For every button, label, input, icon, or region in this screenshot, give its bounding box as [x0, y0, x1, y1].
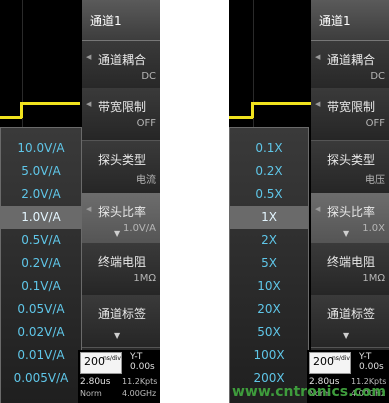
timebase-display[interactable]: 200 ns/div	[80, 352, 122, 374]
menu-header: 通道1	[311, 0, 389, 41]
menu-item-label: 探头类型	[98, 153, 147, 167]
timebase-value: 200	[313, 355, 334, 368]
mode-label: Y-T	[359, 352, 372, 362]
menu-item-coupling[interactable]: ◀ 通道耦合 DC	[311, 41, 389, 94]
oscilloscope-screen-left: 通道1 ◀ 通道耦合 DC ◀ 带宽限制 OFF 探头类型 电流 ◀ 探头比率 …	[0, 0, 160, 403]
menu-item-label: 带宽限制	[327, 100, 376, 114]
menu-title: 通道1	[90, 14, 122, 28]
chevron-down-icon: ▼	[343, 331, 350, 340]
probe-ratio-dropdown[interactable]: 0.1X 0.2X 0.5X 1X 2X 5X 10X 20X 50X 100X…	[229, 127, 309, 403]
dropdown-option-selected[interactable]: 1X	[230, 206, 308, 229]
menu-item-label: 终端电阻	[327, 255, 376, 269]
timebase-unit: ns/div	[332, 355, 350, 362]
menu-item-label: 通道标签	[327, 307, 376, 321]
dropdown-option[interactable]: 5.0V/A	[1, 160, 81, 183]
left-arrow-icon: ◀	[315, 53, 321, 61]
menu-item-value: 1MΩ	[133, 273, 156, 284]
dropdown-option[interactable]: 0.01V/A	[1, 344, 81, 367]
menu-item-label: 探头比率	[327, 205, 376, 219]
menu-item-value: OFF	[136, 118, 156, 129]
menu-item-value: OFF	[365, 118, 385, 129]
menu-item-value: 1MΩ	[362, 273, 385, 284]
dropdown-option[interactable]: 0.05V/A	[1, 298, 81, 321]
waveform-trace	[251, 102, 311, 105]
probe-ratio-dropdown[interactable]: 10.0V/A 5.0V/A 2.0V/A 1.0V/A 0.5V/A 0.2V…	[0, 127, 82, 403]
delay-right: 0.00s	[359, 362, 384, 372]
left-arrow-icon: ◀	[315, 100, 321, 108]
dropdown-option[interactable]: 10X	[230, 275, 308, 298]
left-arrow-icon: ◀	[315, 205, 321, 213]
left-arrow-icon: ◀	[86, 53, 92, 61]
watermark-text: www.cntronics.com	[232, 384, 386, 400]
left-arrow-icon: ◀	[86, 100, 92, 108]
mode-label: Y-T	[130, 352, 143, 362]
menu-item-bandwidth-limit[interactable]: ◀ 带宽限制 OFF	[311, 88, 389, 141]
menu-item-probe-type[interactable]: 探头类型 电流	[82, 141, 160, 194]
menu-item-coupling[interactable]: ◀ 通道耦合 DC	[82, 41, 160, 94]
waveform-trace	[20, 102, 80, 105]
waveform-trace	[0, 116, 22, 119]
dropdown-option-selected[interactable]: 1.0V/A	[1, 206, 81, 229]
menu-item-bandwidth-limit[interactable]: ◀ 带宽限制 OFF	[82, 88, 160, 141]
menu-item-value: DC	[370, 71, 385, 82]
menu-item-label: 通道耦合	[327, 53, 376, 67]
dropdown-option[interactable]: 0.1V/A	[1, 275, 81, 298]
menu-title: 通道1	[319, 14, 351, 28]
menu-item-label: 探头比率	[98, 205, 147, 219]
dropdown-option[interactable]: 2X	[230, 229, 308, 252]
menu-item-probe-ratio[interactable]: ◀ 探头比率 1.0V/A ▼	[82, 193, 160, 246]
menu-item-label: 带宽限制	[98, 100, 147, 114]
menu-item-probe-ratio[interactable]: ◀ 探头比率 1.0X ▼	[311, 193, 389, 246]
chevron-down-icon: ▼	[114, 229, 121, 238]
dropdown-option[interactable]: 0.2V/A	[1, 252, 81, 275]
delay-left: 2.80us	[80, 377, 111, 387]
trigger-mode: Norm	[80, 389, 102, 398]
dropdown-option[interactable]: 10.0V/A	[1, 137, 81, 160]
dropdown-option[interactable]: 50X	[230, 321, 308, 344]
timebase-unit: ns/div	[103, 355, 121, 362]
menu-item-value: DC	[141, 71, 156, 82]
left-arrow-icon: ◀	[86, 205, 92, 213]
menu-item-probe-type[interactable]: 探头类型 电压	[311, 141, 389, 194]
chevron-down-icon: ▼	[114, 331, 121, 340]
oscilloscope-screen-right: 通道1 ◀ 通道耦合 DC ◀ 带宽限制 OFF 探头类型 电压 ◀ 探头比率 …	[229, 0, 389, 403]
delay-right: 0.00s	[130, 362, 155, 372]
menu-item-channel-label[interactable]: 通道标签 ▼	[82, 295, 160, 348]
menu-item-label: 通道耦合	[98, 53, 147, 67]
dropdown-option[interactable]: 2.0V/A	[1, 183, 81, 206]
menu-item-channel-label[interactable]: 通道标签 ▼	[311, 295, 389, 348]
waveform-trace	[229, 116, 253, 119]
menu-item-value: 1.0V/A	[123, 223, 156, 234]
menu-item-label: 通道标签	[98, 307, 147, 321]
menu-item-value: 1.0X	[362, 223, 385, 234]
dropdown-option[interactable]: 0.005V/A	[1, 367, 81, 390]
dropdown-option[interactable]: 0.5V/A	[1, 229, 81, 252]
dropdown-option[interactable]: 0.2X	[230, 160, 308, 183]
menu-item-termination[interactable]: 终端电阻 1MΩ	[82, 243, 160, 296]
waveform-trace	[20, 104, 23, 118]
dropdown-option[interactable]: 20X	[230, 298, 308, 321]
timebase-value: 200	[84, 355, 105, 368]
menu-header: 通道1	[82, 0, 160, 41]
dropdown-option[interactable]: 0.1X	[230, 137, 308, 160]
menu-item-value: 电压	[365, 175, 385, 186]
channel-menu: 通道1 ◀ 通道耦合 DC ◀ 带宽限制 OFF 探头类型 电压 ◀ 探头比率 …	[311, 0, 389, 350]
dropdown-option[interactable]: 0.5X	[230, 183, 308, 206]
waveform-trace	[251, 104, 254, 118]
dropdown-option[interactable]: 0.02V/A	[1, 321, 81, 344]
chevron-down-icon: ▼	[343, 229, 350, 238]
menu-item-value: 电流	[136, 175, 156, 186]
status-bar: 200 ns/div Y-T 0.00s 2.80us 11.2Kpts Nor…	[78, 350, 160, 403]
channel-menu: 通道1 ◀ 通道耦合 DC ◀ 带宽限制 OFF 探头类型 电流 ◀ 探头比率 …	[82, 0, 160, 350]
menu-item-label: 探头类型	[327, 153, 376, 167]
dropdown-option[interactable]: 5X	[230, 252, 308, 275]
sample-rate: 4.00GHz	[122, 389, 157, 398]
memory-depth: 11.2Kpts	[122, 377, 158, 386]
menu-item-termination[interactable]: 终端电阻 1MΩ	[311, 243, 389, 296]
menu-item-label: 终端电阻	[98, 255, 147, 269]
dropdown-option[interactable]: 100X	[230, 344, 308, 367]
timebase-display[interactable]: 200 ns/div	[309, 352, 351, 374]
